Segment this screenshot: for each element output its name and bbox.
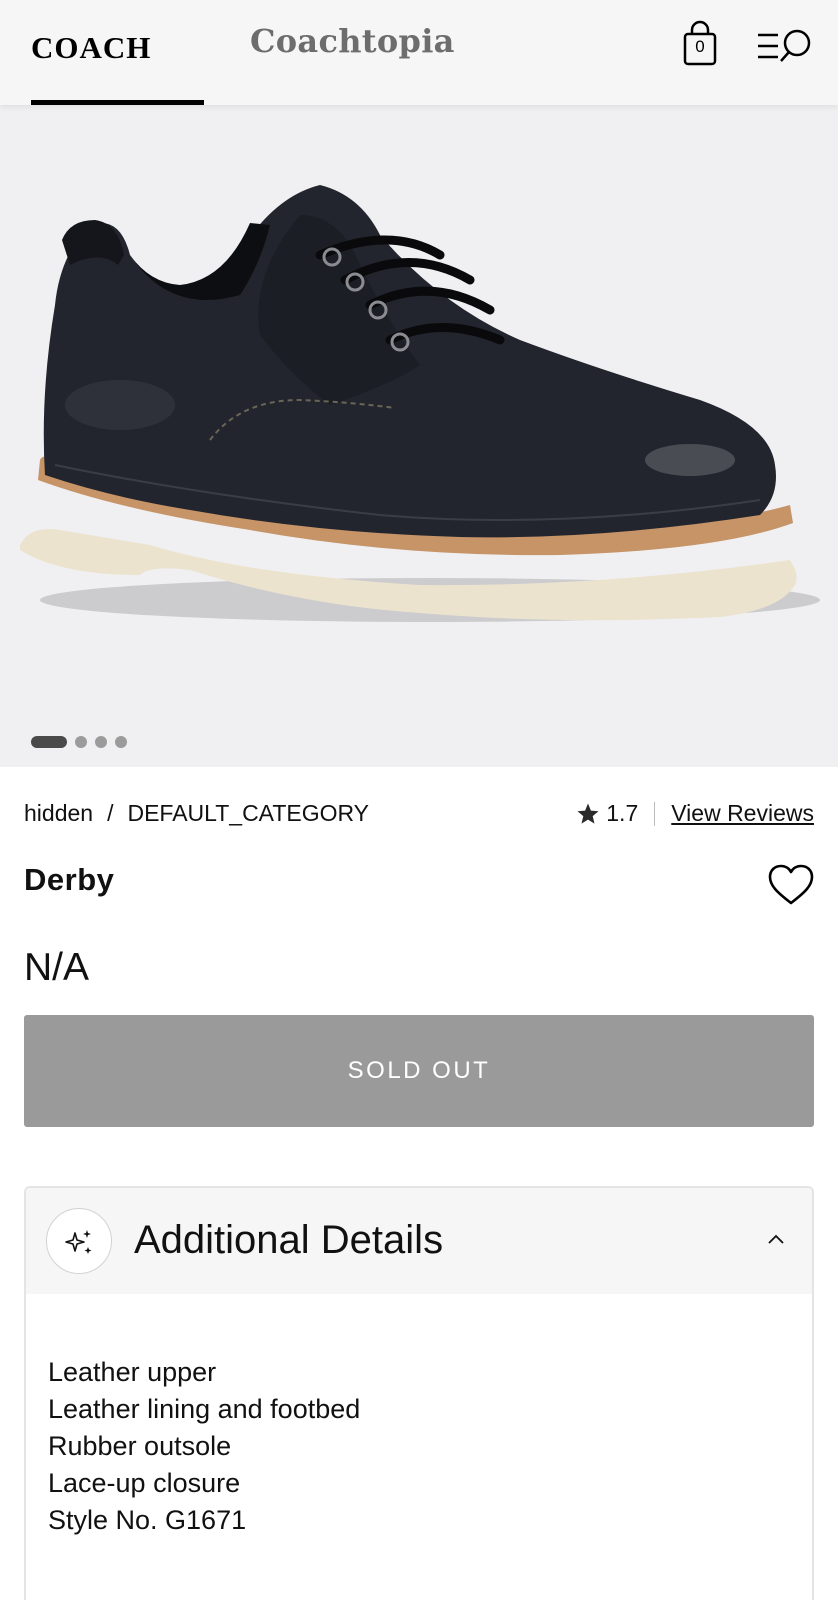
- shopping-bag-button[interactable]: 0: [680, 20, 720, 68]
- wishlist-button[interactable]: [768, 864, 814, 906]
- additional-details-title: Additional Details: [134, 1218, 444, 1262]
- product-image-shoe: [20, 185, 820, 622]
- tab-coachtopia[interactable]: Coachtopia: [250, 22, 455, 60]
- product-title: Derby: [24, 862, 115, 897]
- detail-line: Style No. G1671: [48, 1505, 247, 1535]
- detail-line: Leather lining and footbed: [48, 1394, 361, 1424]
- breadcrumb-item-category[interactable]: DEFAULT_CATEGORY: [127, 800, 369, 827]
- carousel-dot-1[interactable]: [31, 736, 67, 748]
- additional-details-header[interactable]: Additional Details: [26, 1188, 812, 1294]
- view-reviews-link[interactable]: View Reviews: [671, 800, 814, 827]
- sparkle-icon: [65, 1230, 92, 1254]
- carousel-dot-2[interactable]: [75, 736, 87, 748]
- product-rating: 1.7 View Reviews: [576, 800, 814, 827]
- carousel-indicators: [31, 736, 127, 748]
- site-header: COACH Coachtopia 0: [0, 0, 838, 105]
- additional-details-content: Leather upper Leather lining and footbed…: [26, 1294, 812, 1539]
- breadcrumb-separator: /: [107, 800, 114, 826]
- bag-count: 0: [695, 37, 705, 56]
- additional-details-accordion: Additional Details Leather upper Leather…: [24, 1186, 814, 1600]
- menu-search-icon: [758, 29, 811, 62]
- detail-line: Rubber outsole: [48, 1431, 232, 1461]
- sparkle-badge: [46, 1208, 112, 1274]
- product-image-carousel[interactable]: [0, 105, 838, 767]
- brand-tab-coach[interactable]: COACH: [31, 26, 204, 105]
- carousel-dot-3[interactable]: [95, 736, 107, 748]
- breadcrumb-item-hidden[interactable]: hidden: [24, 800, 93, 827]
- star-icon: [577, 803, 599, 824]
- chevron-up-icon[interactable]: [766, 1232, 786, 1246]
- product-price: N/A: [24, 946, 90, 989]
- detail-line: Lace-up closure: [48, 1468, 241, 1498]
- rating-divider: [654, 801, 656, 826]
- detail-line: Leather upper: [48, 1357, 217, 1387]
- menu-search-button[interactable]: [756, 26, 814, 66]
- brand-logo: COACH: [31, 30, 152, 65]
- active-tab-indicator: [31, 100, 204, 105]
- breadcrumb: hidden / DEFAULT_CATEGORY: [24, 800, 369, 827]
- rating-value: 1.7: [606, 800, 639, 826]
- heart-icon: [768, 864, 814, 905]
- sold-out-button[interactable]: SOLD OUT: [24, 1015, 814, 1127]
- carousel-dot-4[interactable]: [115, 736, 127, 748]
